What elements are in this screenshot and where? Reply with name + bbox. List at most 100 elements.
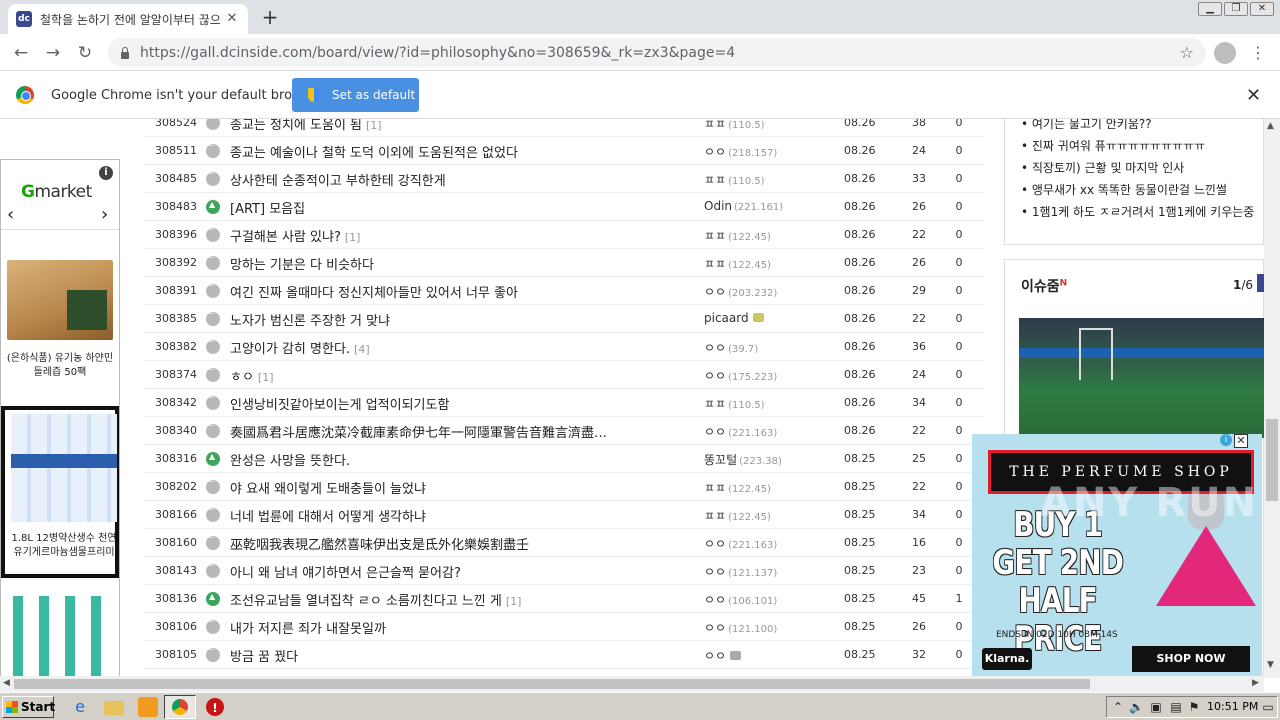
right-list-item[interactable]: • 여기는 물고기 안키움?? [1021, 119, 1263, 135]
post-writer[interactable]: ㅍㅍ (110.5) [704, 119, 844, 132]
post-writer[interactable]: ㅇㅇ (121.137) [704, 563, 844, 580]
forward-arrow-icon[interactable]: → [40, 40, 66, 66]
right-list-item[interactable]: • 앵무새가 xx 똑똑한 동물이란걸 느낀썰 [1021, 179, 1263, 201]
perfume-shop-ad[interactable]: i ✕ THE PERFUME SHOP BUY 1 GET 2ND HALF … [972, 434, 1262, 678]
post-row[interactable]: 308105 방금 꿈 꿨다 ㅇㅇ08.25 32 0 [144, 641, 984, 669]
ad-info-icon[interactable]: i [1220, 434, 1232, 446]
ad-info-icon[interactable]: i [99, 166, 113, 180]
maximize-icon[interactable]: ❐ [1224, 2, 1248, 16]
post-writer[interactable]: ㅇㅇ (203.232) [704, 283, 844, 300]
post-subject[interactable]: 巫乾咽我表現乙艦然喜味伊出支是氐外化樂娛割盡壬 [230, 534, 614, 553]
soccer-thumbnail[interactable] [1019, 318, 1264, 438]
right-list-item[interactable]: • 진짜 귀여워 퓨ㅠㅠㅠㅠㅠㅠㅠㅠㅠ [1021, 135, 1263, 157]
post-writer[interactable]: picaard [704, 311, 844, 325]
post-writer[interactable]: Odin (221.161) [704, 199, 844, 213]
post-row[interactable]: 308385 노자가 범신론 주장한 거 맞냐 picaard08.26 22 0 [144, 305, 984, 333]
scroll-right-icon[interactable]: ▶ [1252, 678, 1259, 688]
internet-explorer-icon[interactable]: e [70, 697, 90, 717]
post-writer[interactable]: ㅇㅇ (218.157) [704, 143, 844, 160]
post-subject[interactable]: 완성은 사망을 뜻한다. [230, 450, 614, 469]
post-writer[interactable]: ㅍㅍ (122.45) [704, 227, 844, 244]
post-subject[interactable]: 구걸해본 사람 있냐? [1] [230, 226, 614, 245]
flag-icon[interactable]: ⚑ [1187, 700, 1201, 714]
folder-icon[interactable] [104, 701, 124, 715]
post-writer[interactable]: ㅇㅇ (221.163) [704, 423, 844, 440]
network-icon[interactable]: ▣ [1149, 700, 1163, 714]
post-row[interactable]: 308374 ㅎㅇ[1] ㅇㅇ(175.223)08.26 24 0 [144, 361, 984, 389]
post-writer[interactable]: ㅍㅍ (122.45) [704, 479, 844, 496]
post-subject[interactable]: [ART] 모음집 [230, 198, 614, 217]
post-subject[interactable]: 노자가 범신론 주장한 거 맞냐 [230, 310, 614, 329]
chevron-right-icon[interactable]: › [101, 204, 108, 225]
reply-count[interactable]: [1] [506, 595, 522, 608]
post-writer[interactable]: ㅇㅇ (106.101) [704, 591, 844, 608]
post-subject[interactable]: 인생낭비짓같아보이는게 업적이되기도함 [230, 394, 614, 413]
post-subject[interactable]: 너네 법륜에 대해서 어떻게 생각하냐 [230, 506, 614, 525]
post-row[interactable]: 308511 종교는 예술이나 철학 도덕 이외에 도움된적은 없었다 ㅇㅇ(218… [144, 137, 984, 165]
start-button[interactable]: Start [2, 696, 55, 718]
post-writer[interactable]: ㅍㅍ (122.45) [704, 255, 844, 272]
reply-count[interactable]: [1] [366, 119, 382, 132]
post-writer[interactable]: 똥꼬털 (223.38) [704, 451, 844, 468]
post-row[interactable]: 308106 내가 저지른 죄가 내잘못일까 ㅇㅇ(121.100)08.25 26 0 [144, 613, 984, 641]
post-row[interactable]: 308483 [ART] 모음집 Odin(221.161)08.26 26 0 [144, 193, 984, 221]
post-row[interactable]: 308485 상사한테 순종적이고 부하한테 강직한게 ㅍㅍ(110.5)08.26… [144, 165, 984, 193]
post-row[interactable]: 308166 너네 법륜에 대해서 어떻게 생각하냐 ㅍㅍ(122.45)08.25… [144, 501, 984, 529]
post-row[interactable]: 308340 奏國爲君斗居應沈菜冷截庫素命伊七年一阿隱軍警告音難言濟盡… ㅇㅇ(22… [144, 417, 984, 445]
set-as-default-button[interactable]: Set as default [292, 78, 419, 112]
horizontal-scrollbar[interactable]: ◀ ▶ [0, 676, 1264, 692]
right-list-item[interactable]: • 1햄1케 하도 ㅈㄹ거려서 1햄1케에 키우는중 [1021, 201, 1263, 223]
post-subject[interactable]: 여긴 진짜 올때마다 정신지체아들만 있어서 너무 좋아 [230, 282, 614, 301]
scroll-up-icon[interactable]: ▲ [1267, 121, 1274, 131]
post-row[interactable]: 308136 조선유교남들 열녀집착 ㄹㅇ 소름끼친다고 느낀 게[1] ㅇㅇ(10… [144, 585, 984, 613]
post-subject[interactable]: 망하는 기분은 다 비슷하다 [230, 254, 614, 273]
post-subject[interactable]: 종교는 정치에 도움이 됨 [1] [230, 119, 614, 133]
infobar-close-icon[interactable]: ✕ [1246, 85, 1261, 106]
horizontal-scroll-thumb[interactable] [14, 679, 1090, 689]
ad-product[interactable]: 1.8L 12병약산생수 천연유기게르마늄샘물프리미 [1, 406, 119, 578]
post-writer[interactable]: ㅇㅇ (121.100) [704, 619, 844, 636]
post-subject[interactable]: 종교는 예술이나 철학 도덕 이외에 도움된적은 없었다 [230, 142, 614, 161]
post-subject[interactable]: 상사한테 순종적이고 부하한테 강직한게 [230, 170, 614, 189]
post-writer[interactable]: ㅇㅇ [704, 647, 844, 664]
post-row[interactable]: 308342 인생낭비짓같아보이는게 업적이되기도함 ㅍㅍ(110.5)08.26 3… [144, 389, 984, 417]
post-subject[interactable]: 내가 저지른 죄가 내잘못일까 [230, 618, 614, 637]
vertical-scrollbar[interactable]: ▲ ▼ [1264, 119, 1280, 678]
new-tab-button[interactable]: + [258, 5, 282, 29]
post-subject[interactable]: 조선유교남들 열녀집착 ㄹㅇ 소름끼친다고 느낀 게 [1] [230, 590, 614, 609]
post-writer[interactable]: ㅍㅍ (110.5) [704, 171, 844, 188]
post-row[interactable]: 308524 종교는 정치에 도움이 됨[1] ㅍㅍ(110.5)08.26 38 0 [144, 119, 984, 137]
shop-now-button[interactable]: SHOP NOW [1132, 646, 1250, 672]
bookmark-star-icon[interactable]: ☆ [1180, 43, 1194, 62]
vertical-scroll-thumb[interactable] [1266, 419, 1278, 501]
chevron-left-icon[interactable]: ‹ [7, 204, 14, 225]
stop-icon[interactable]: ! [206, 698, 224, 716]
gmarket-side-ad[interactable]: Gmarket i ‹ › (은하식품) 유기농 하얀민들레즙 50팩 1.8L… [0, 159, 120, 678]
post-subject[interactable]: 奏國爲君斗居應沈菜冷截庫素命伊七年一阿隱軍警告音難言濟盡… [230, 422, 614, 441]
profile-avatar-icon[interactable] [1214, 42, 1236, 64]
right-list-item[interactable]: • 직장토끼) 근황 및 마지막 인사 [1021, 157, 1263, 179]
post-row[interactable]: 308316 완성은 사망을 뜻한다. 똥꼬털(223.38)08.25 25 0 [144, 445, 984, 473]
post-subject[interactable]: 방금 꿈 꿨다 [230, 646, 614, 665]
post-row[interactable]: 308202 야 요새 왜이렇게 도배충들이 늘었냐 ㅍㅍ(122.45)08.25… [144, 473, 984, 501]
scroll-left-icon[interactable]: ◀ [3, 678, 10, 688]
ad-product[interactable]: (은하식품) 유기농 하얀민들레즙 50팩 [1, 230, 119, 406]
post-subject[interactable]: ㅎㅇ [1] [230, 366, 614, 385]
post-row[interactable]: 308382 고양이가 감히 명한다.[4] ㅇㅇ(39.7)08.26 36 0 [144, 333, 984, 361]
post-writer[interactable]: ㅇㅇ (221.163) [704, 535, 844, 552]
ad-product[interactable] [1, 578, 119, 678]
post-row[interactable]: 308392 망하는 기분은 다 비슷하다 ㅍㅍ(122.45)08.26 26 0 [144, 249, 984, 277]
next-page-button[interactable] [1257, 274, 1264, 292]
post-writer[interactable]: ㅇㅇ (175.223) [704, 367, 844, 384]
url-text[interactable]: https://gall.dcinside.com/board/view/?id… [140, 45, 1180, 61]
tab-close-icon[interactable]: ✕ [224, 11, 240, 27]
reload-icon[interactable]: ↻ [72, 40, 98, 66]
tray-expand-icon[interactable]: ⌃ [1111, 700, 1125, 714]
show-desktop-icon[interactable]: ▭ [1261, 700, 1275, 714]
minimize-icon[interactable]: ▁ [1198, 2, 1222, 16]
post-writer[interactable]: ㅍㅍ (110.5) [704, 395, 844, 412]
post-subject[interactable]: 아니 왜 남녀 얘기하면서 은근슬쩍 묻어감? [230, 562, 614, 581]
post-subject[interactable]: 야 요새 왜이렇게 도배충들이 늘었냐 [230, 478, 614, 497]
post-subject[interactable]: 고양이가 감히 명한다. [4] [230, 338, 614, 357]
browser-tab[interactable]: dc 철학을 논하기 전에 알알이부터 끊으 ✕ [8, 4, 248, 34]
